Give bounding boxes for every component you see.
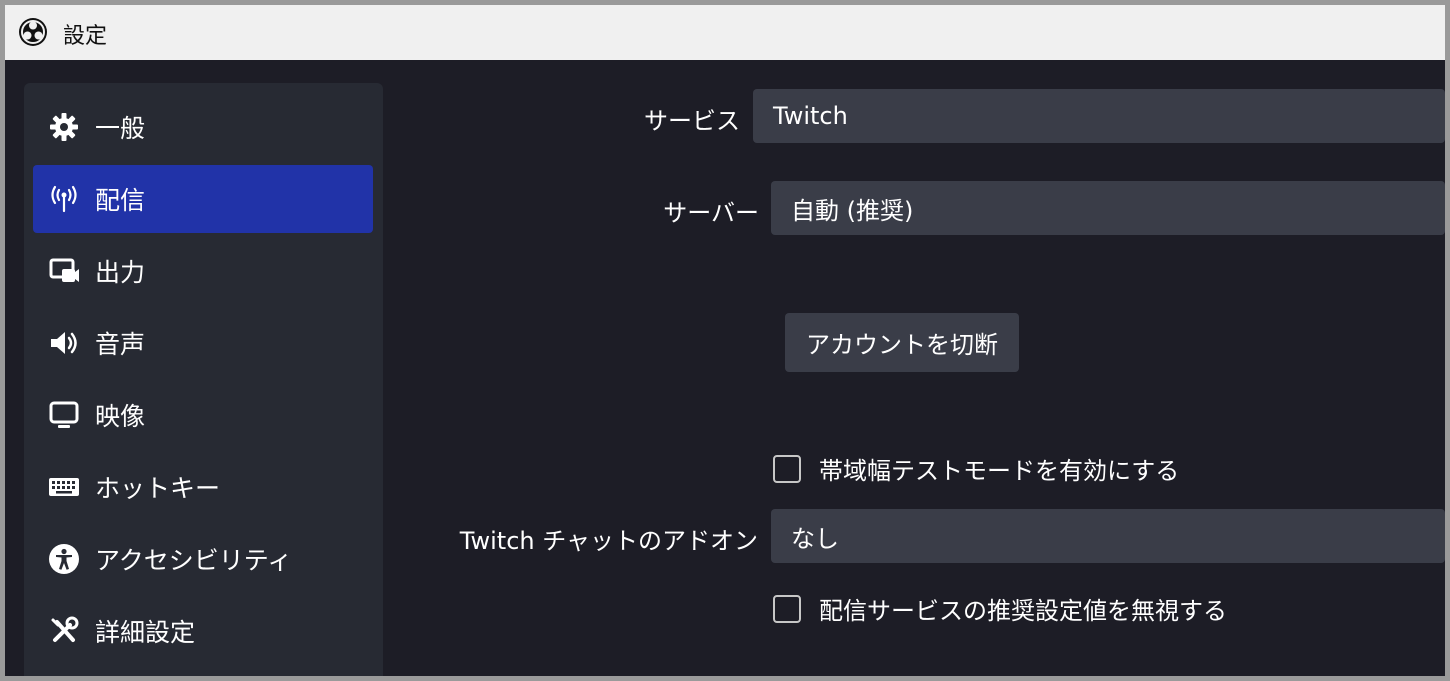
output-icon bbox=[47, 254, 81, 288]
speaker-icon bbox=[47, 326, 81, 360]
sidebar-item-output[interactable]: 出力 bbox=[33, 237, 373, 305]
sidebar-item-label: アクセシビリティ bbox=[95, 546, 293, 575]
service-select-value: Twitch bbox=[773, 102, 848, 130]
sidebar-item-accessibility[interactable]: アクセシビリティ bbox=[33, 525, 373, 593]
chat-addon-select[interactable]: なし bbox=[771, 509, 1445, 563]
ignore-recommended-checkbox[interactable] bbox=[773, 594, 801, 623]
settings-window: 設定 一般 配信 出力 音声 映像 ホットキー アクセシビリティ 詳細設定 サー… bbox=[5, 5, 1445, 676]
server-select-value: 自動 (推奨) bbox=[791, 196, 914, 225]
disconnect-account-button[interactable]: アカウントを切断 bbox=[785, 313, 1019, 372]
title-bar: 設定 bbox=[5, 5, 1445, 60]
keyboard-icon bbox=[47, 470, 81, 504]
sidebar-item-hotkeys[interactable]: ホットキー bbox=[33, 453, 373, 521]
server-select[interactable]: 自動 (推奨) bbox=[771, 181, 1445, 235]
sidebar-item-label: 詳細設定 bbox=[95, 618, 196, 647]
bandwidth-test-checkbox[interactable] bbox=[773, 454, 801, 483]
obs-logo-icon bbox=[19, 18, 47, 46]
service-select[interactable]: Twitch bbox=[753, 89, 1445, 143]
sidebar-item-label: 一般 bbox=[95, 114, 146, 143]
sidebar-item-general[interactable]: 一般 bbox=[33, 93, 373, 161]
bandwidth-test-label: 帯域幅テストモードを有効にする bbox=[819, 457, 1180, 485]
sidebar-item-video[interactable]: 映像 bbox=[33, 381, 373, 449]
ignore-recommended-row[interactable]: 配信サービスの推奨設定値を無視する bbox=[773, 591, 1227, 626]
settings-sidebar: 一般 配信 出力 音声 映像 ホットキー アクセシビリティ 詳細設定 bbox=[24, 83, 383, 676]
gear-icon bbox=[47, 110, 81, 144]
sidebar-item-label: 配信 bbox=[95, 186, 146, 215]
accessibility-icon bbox=[47, 542, 81, 576]
service-label: サービス bbox=[644, 107, 740, 135]
tools-icon bbox=[47, 614, 81, 648]
sidebar-item-label: ホットキー bbox=[95, 474, 221, 503]
sidebar-item-label: 出力 bbox=[95, 258, 146, 287]
broadcast-icon bbox=[47, 182, 81, 216]
sidebar-item-audio[interactable]: 音声 bbox=[33, 309, 373, 377]
sidebar-item-advanced[interactable]: 詳細設定 bbox=[33, 597, 373, 665]
window-title: 設定 bbox=[63, 24, 108, 49]
bandwidth-test-row[interactable]: 帯域幅テストモードを有効にする bbox=[773, 451, 1179, 486]
sidebar-item-stream[interactable]: 配信 bbox=[33, 165, 373, 233]
sidebar-item-label: 音声 bbox=[95, 330, 146, 359]
chat-addon-label: Twitch チャットのアドオン bbox=[459, 527, 758, 555]
monitor-icon bbox=[47, 398, 81, 432]
ignore-recommended-label: 配信サービスの推奨設定値を無視する bbox=[819, 597, 1227, 625]
server-label: サーバー bbox=[663, 199, 759, 227]
chat-addon-select-value: なし bbox=[791, 524, 839, 553]
sidebar-item-label: 映像 bbox=[95, 402, 146, 431]
